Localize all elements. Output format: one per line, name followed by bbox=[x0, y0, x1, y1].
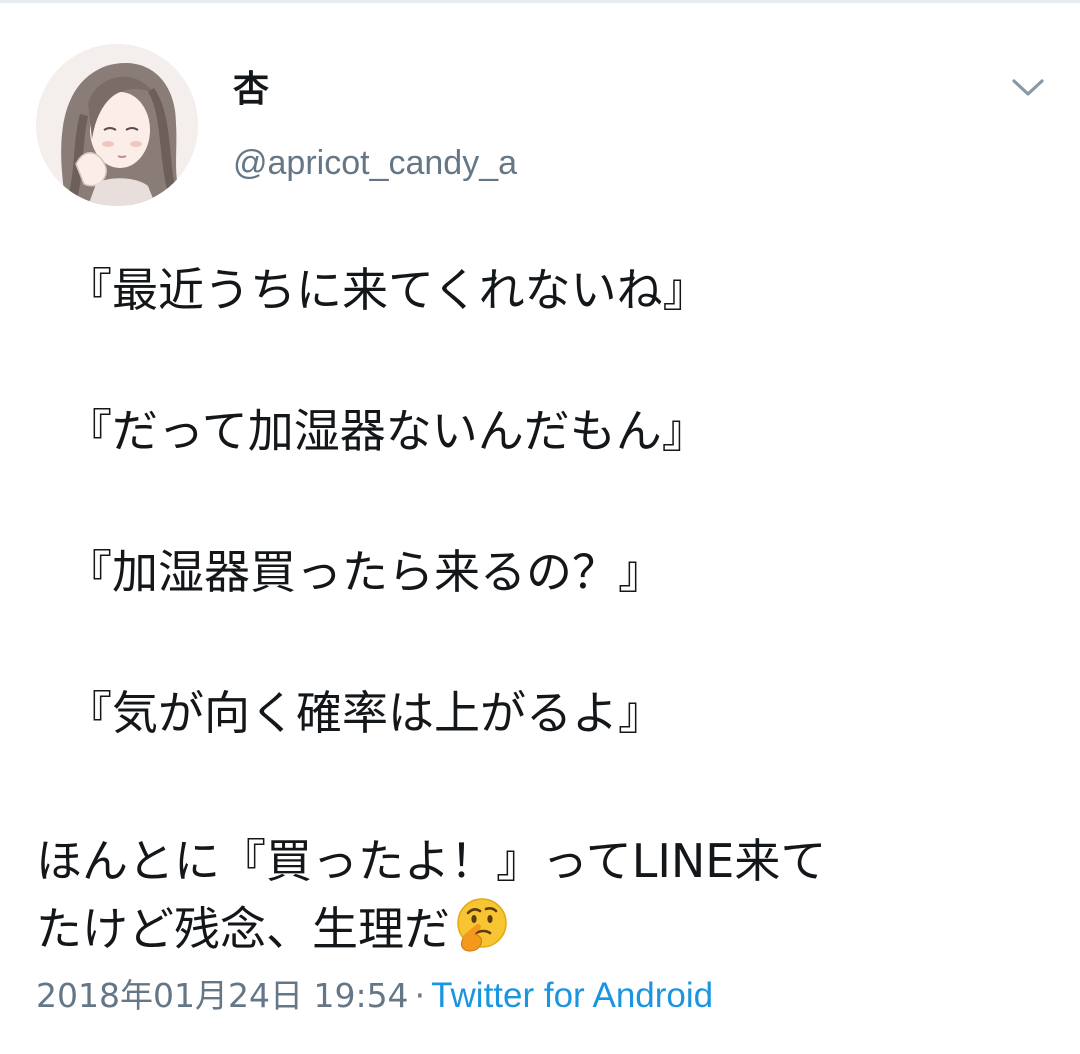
tweet-timestamp[interactable]: 2018年01月24日 19:54 bbox=[36, 976, 409, 1015]
line-spacer bbox=[36, 324, 1046, 397]
body-line-with-emoji: たけど残念、生理だ bbox=[36, 895, 1046, 963]
avatar-illustration bbox=[36, 44, 198, 206]
tweet-menu-button[interactable] bbox=[1006, 70, 1050, 106]
tweet-detail-view: 杏 @apricot_candy_a 『最近うちに来てくれないね』 『だって加湿… bbox=[0, 0, 1080, 1054]
author-display-name[interactable]: 杏 bbox=[233, 68, 269, 112]
meta-separator: · bbox=[414, 976, 426, 1015]
body-line: ほんとに『買ったよ！』ってLINE来て bbox=[36, 834, 827, 888]
line-spacer bbox=[36, 747, 1046, 827]
line-spacer bbox=[36, 606, 1046, 679]
dialogue-line: 『最近うちに来てくれないね』 bbox=[66, 263, 709, 317]
dialogue-line: 『だって加湿器ないんだもん』 bbox=[66, 404, 708, 458]
dialogue-line: 『加湿器買ったら来るの？』 bbox=[66, 545, 664, 599]
tweet-meta: 2018年01月24日 19:54 · Twitter for Android bbox=[36, 974, 713, 1018]
author-avatar[interactable] bbox=[36, 44, 198, 206]
tweet-body: 『最近うちに来てくれないね』 『だって加湿器ないんだもん』 『加湿器買ったら来る… bbox=[36, 256, 1046, 963]
thinking-face-icon bbox=[454, 897, 510, 971]
top-divider bbox=[0, 0, 1080, 3]
tweet-source-link[interactable]: Twitter for Android bbox=[431, 976, 713, 1015]
line-spacer bbox=[36, 465, 1046, 538]
body-line-text: たけど残念、生理だ bbox=[36, 902, 450, 956]
author-handle[interactable]: @apricot_candy_a bbox=[233, 142, 517, 184]
dialogue-line: 『気が向く確率は上がるよ』 bbox=[66, 686, 664, 740]
chevron-down-icon bbox=[1012, 79, 1044, 96]
